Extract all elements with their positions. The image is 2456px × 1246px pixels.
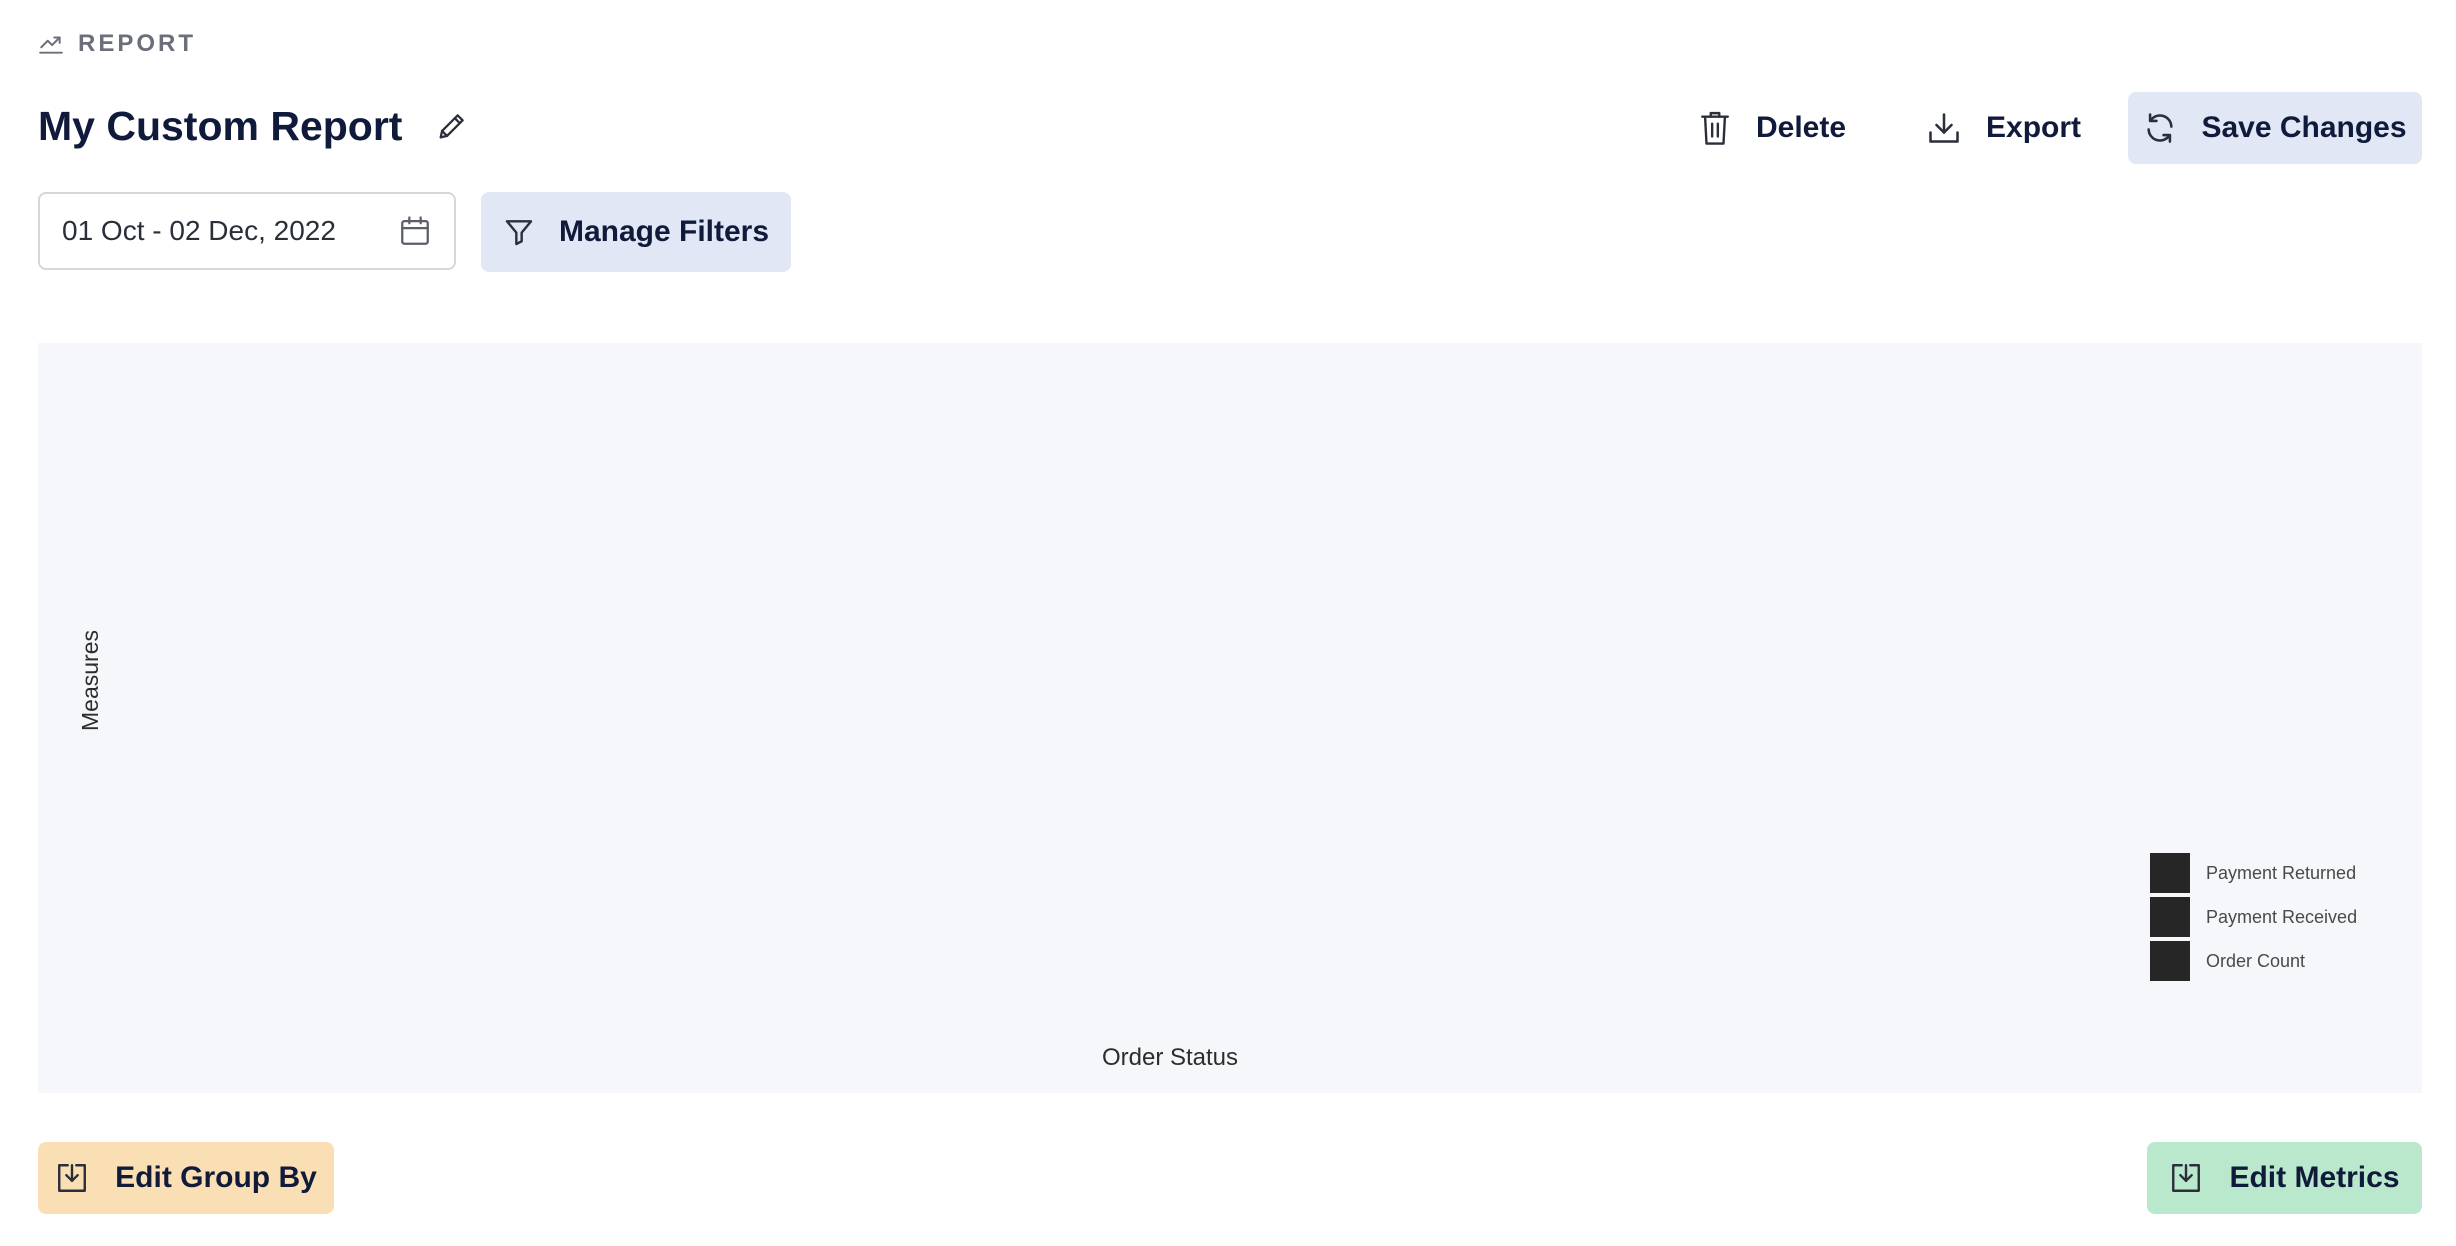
legend-swatch <box>2150 897 2190 937</box>
page-title: My Custom Report <box>38 102 403 149</box>
report-eyebrow: REPORT <box>38 26 196 62</box>
date-range-value: 01 Oct - 02 Dec, 2022 <box>62 215 336 246</box>
y-axis-label: Measures <box>70 630 110 731</box>
save-changes-button[interactable]: Save Changes <box>2128 92 2422 164</box>
legend-item-order-count[interactable]: Order Count <box>2150 941 2357 981</box>
edit-title-button[interactable] <box>432 106 472 146</box>
manage-filters-button[interactable]: Manage Filters <box>481 192 791 272</box>
trending-up-icon <box>38 31 64 57</box>
edit-group-by-label: Edit Group By <box>115 1161 317 1194</box>
export-button[interactable]: Export <box>1926 92 2081 164</box>
export-label: Export <box>1986 111 2082 144</box>
x-axis-label: Order Status <box>1101 1044 1239 1071</box>
legend-swatch <box>2150 853 2190 893</box>
edit-metrics-label: Edit Metrics <box>2229 1161 2400 1194</box>
edit-metrics-button[interactable]: Edit Metrics <box>2147 1142 2422 1214</box>
save-changes-label: Save Changes <box>2201 111 2407 144</box>
import-icon <box>2169 1161 2203 1195</box>
import-icon <box>55 1161 89 1195</box>
legend-swatch <box>2150 941 2190 981</box>
calendar-icon <box>398 214 432 248</box>
refresh-icon <box>2143 111 2177 145</box>
pencil-icon <box>435 109 469 143</box>
delete-button[interactable]: Delete <box>1698 92 1846 164</box>
legend-item-payment-received[interactable]: Payment Received <box>2150 897 2357 937</box>
delete-label: Delete <box>1756 111 1847 144</box>
chart-area <box>38 343 2422 1093</box>
download-icon <box>1926 110 1962 146</box>
date-range-picker[interactable]: 01 Oct - 02 Dec, 2022 <box>38 192 456 270</box>
legend-label: Payment Received <box>2206 906 2358 927</box>
y-axis-label-text: Measures <box>76 629 103 731</box>
filter-icon <box>503 216 535 248</box>
trash-icon <box>1698 109 1732 147</box>
edit-group-by-button[interactable]: Edit Group By <box>38 1142 334 1214</box>
manage-filters-label: Manage Filters <box>558 215 770 248</box>
legend-item-payment-returned[interactable]: Payment Returned <box>2150 853 2357 893</box>
chart-legend: Payment Returned Payment Received Order … <box>2150 853 2357 981</box>
title-row: My Custom Report <box>38 96 472 156</box>
legend-label: Order Count <box>2206 950 2306 971</box>
legend-label: Payment Returned <box>2206 862 2357 883</box>
eyebrow-label: REPORT <box>78 30 197 57</box>
